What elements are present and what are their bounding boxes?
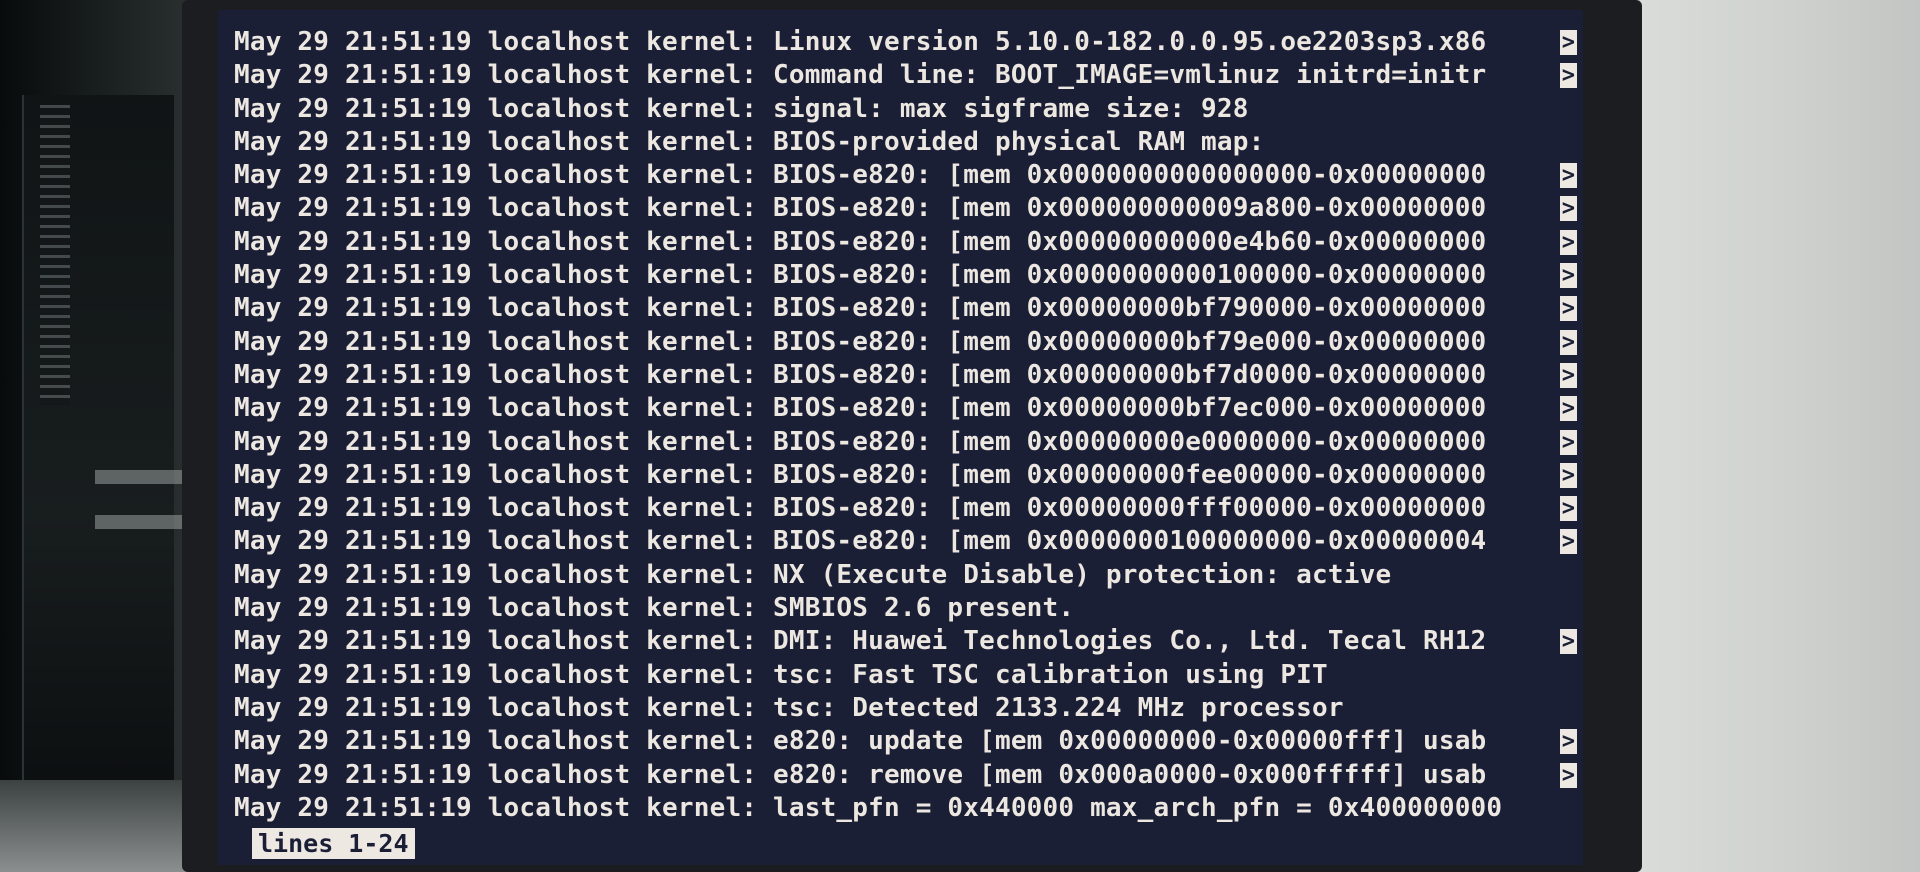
truncation-marker: > <box>1560 63 1577 89</box>
log-message: Linux version 5.10.0-182.0.0.95.oe2203sp… <box>773 27 1487 57</box>
log-prefix: May 29 21:51:19 localhost kernel: <box>234 359 774 390</box>
log-line: May 29 21:51:19 localhost kernel: signal… <box>234 93 1583 126</box>
truncation-marker: > <box>1560 629 1577 655</box>
truncation-marker: > <box>1560 362 1577 388</box>
log-prefix: May 29 21:51:19 localhost kernel: <box>234 226 774 257</box>
log-prefix: May 29 21:51:19 localhost kernel: <box>234 726 774 757</box>
log-message: BIOS-e820: [mem 0x00000000bf7ec000-0x000… <box>773 393 1487 424</box>
log-prefix: May 29 21:51:19 localhost kernel: <box>234 326 774 357</box>
log-prefix: May 29 21:51:19 localhost kernel: <box>234 27 774 57</box>
truncation-marker: > <box>1560 762 1577 788</box>
log-line: May 29 21:51:19 localhost kernel: last_p… <box>234 792 1583 825</box>
wall-background <box>1640 0 1920 872</box>
rack-label-sticker <box>95 515 185 529</box>
log-prefix: May 29 21:51:19 localhost kernel: <box>234 526 774 557</box>
log-line: May 29 21:51:19 localhost kernel: DMI: H… <box>234 625 1583 658</box>
log-line: May 29 21:51:19 localhost kernel: NX (Ex… <box>234 559 1583 592</box>
log-prefix: May 29 21:51:19 localhost kernel: <box>234 593 774 624</box>
rack-vent <box>40 105 70 405</box>
log-message: NX (Execute Disable) protection: active <box>773 559 1392 590</box>
log-message: BIOS-e820: [mem 0x00000000bf79e000-0x000… <box>773 326 1487 357</box>
pager-status: lines 1-24 <box>252 828 415 859</box>
log-line: May 29 21:51:19 localhost kernel: Linux … <box>234 26 1583 59</box>
truncation-marker: > <box>1560 529 1577 555</box>
log-line: May 29 21:51:19 localhost kernel: BIOS-p… <box>234 126 1583 159</box>
truncation-marker: > <box>1560 396 1577 422</box>
truncation-marker: > <box>1560 263 1577 289</box>
truncation-marker: > <box>1560 496 1577 522</box>
log-message: BIOS-e820: [mem 0x000000000009a800-0x000… <box>773 193 1487 224</box>
log-line: May 29 21:51:19 localhost kernel: BIOS-e… <box>234 525 1583 558</box>
log-line: May 29 21:51:19 localhost kernel: BIOS-e… <box>234 392 1583 425</box>
log-prefix: May 29 21:51:19 localhost kernel: <box>234 559 774 590</box>
truncation-marker: > <box>1560 729 1577 755</box>
log-line: May 29 21:51:19 localhost kernel: BIOS-e… <box>234 459 1583 492</box>
log-message: BIOS-e820: [mem 0x00000000e0000000-0x000… <box>773 426 1487 457</box>
truncation-marker: > <box>1560 296 1577 322</box>
journal-log[interactable]: May 29 21:51:19 localhost kernel: Linux … <box>234 26 1583 825</box>
log-prefix: May 29 21:51:19 localhost kernel: <box>234 393 774 424</box>
log-prefix: May 29 21:51:19 localhost kernel: <box>234 93 774 124</box>
log-line: May 29 21:51:19 localhost kernel: Comman… <box>234 59 1583 92</box>
floor <box>0 780 190 872</box>
log-message: last_pfn = 0x440000 max_arch_pfn = 0x400… <box>773 792 1503 823</box>
log-prefix: May 29 21:51:19 localhost kernel: <box>234 493 774 524</box>
log-line: May 29 21:51:19 localhost kernel: BIOS-e… <box>234 292 1583 325</box>
log-message: BIOS-e820: [mem 0x00000000bf790000-0x000… <box>773 293 1487 324</box>
truncation-marker: > <box>1560 30 1577 55</box>
log-line: May 29 21:51:19 localhost kernel: tsc: D… <box>234 692 1583 725</box>
log-message: signal: max sigframe size: 928 <box>773 93 1249 124</box>
log-prefix: May 29 21:51:19 localhost kernel: <box>234 426 774 457</box>
log-line: May 29 21:51:19 localhost kernel: BIOS-e… <box>234 426 1583 459</box>
log-prefix: May 29 21:51:19 localhost kernel: <box>234 126 774 157</box>
server-rack-background <box>0 0 190 872</box>
log-line: May 29 21:51:19 localhost kernel: BIOS-e… <box>234 259 1583 292</box>
log-prefix: May 29 21:51:19 localhost kernel: <box>234 659 774 690</box>
log-line: May 29 21:51:19 localhost kernel: BIOS-e… <box>234 226 1583 259</box>
log-message: BIOS-e820: [mem 0x00000000000e4b60-0x000… <box>773 226 1487 257</box>
terminal-screen[interactable]: May 29 21:51:19 localhost kernel: Linux … <box>218 10 1583 865</box>
log-message: BIOS-e820: [mem 0x00000000fee00000-0x000… <box>773 459 1487 490</box>
log-prefix: May 29 21:51:19 localhost kernel: <box>234 60 774 91</box>
truncation-marker: > <box>1560 329 1577 355</box>
log-prefix: May 29 21:51:19 localhost kernel: <box>234 193 774 224</box>
log-line: May 29 21:51:19 localhost kernel: tsc: F… <box>234 659 1583 692</box>
log-line: May 29 21:51:19 localhost kernel: BIOS-e… <box>234 326 1583 359</box>
log-message: Command line: BOOT_IMAGE=vmlinuz initrd=… <box>773 60 1487 91</box>
log-prefix: May 29 21:51:19 localhost kernel: <box>234 692 774 723</box>
log-line: May 29 21:51:19 localhost kernel: e820: … <box>234 759 1583 792</box>
log-message: e820: update [mem 0x00000000-0x00000fff]… <box>773 726 1487 757</box>
log-message: BIOS-e820: [mem 0x00000000bf7d0000-0x000… <box>773 359 1487 390</box>
log-prefix: May 29 21:51:19 localhost kernel: <box>234 160 774 191</box>
log-message: BIOS-e820: [mem 0x00000000fff00000-0x000… <box>773 493 1487 524</box>
log-message: e820: remove [mem 0x000a0000-0x000fffff]… <box>773 759 1487 790</box>
log-message: BIOS-e820: [mem 0x0000000100000000-0x000… <box>773 526 1487 557</box>
log-message: tsc: Detected 2133.224 MHz processor <box>773 692 1344 723</box>
log-prefix: May 29 21:51:19 localhost kernel: <box>234 459 774 490</box>
log-message: SMBIOS 2.6 present. <box>773 593 1075 624</box>
truncation-marker: > <box>1560 462 1577 488</box>
log-prefix: May 29 21:51:19 localhost kernel: <box>234 260 774 291</box>
truncation-marker: > <box>1560 229 1577 255</box>
log-line: May 29 21:51:19 localhost kernel: e820: … <box>234 725 1583 758</box>
truncation-marker: > <box>1560 163 1577 189</box>
log-message: DMI: Huawei Technologies Co., Ltd. Tecal… <box>773 626 1487 657</box>
log-message: BIOS-e820: [mem 0x0000000000100000-0x000… <box>773 260 1487 291</box>
log-line: May 29 21:51:19 localhost kernel: SMBIOS… <box>234 592 1583 625</box>
log-line: May 29 21:51:19 localhost kernel: BIOS-e… <box>234 192 1583 225</box>
log-prefix: May 29 21:51:19 localhost kernel: <box>234 293 774 324</box>
log-prefix: May 29 21:51:19 localhost kernel: <box>234 626 774 657</box>
truncation-marker: > <box>1560 196 1577 222</box>
log-prefix: May 29 21:51:19 localhost kernel: <box>234 759 774 790</box>
log-message: BIOS-e820: [mem 0x0000000000000000-0x000… <box>773 160 1487 191</box>
log-message: BIOS-provided physical RAM map: <box>773 126 1265 157</box>
rack-label-sticker <box>95 470 185 484</box>
log-prefix: May 29 21:51:19 localhost kernel: <box>234 792 774 823</box>
log-line: May 29 21:51:19 localhost kernel: BIOS-e… <box>234 159 1583 192</box>
log-line: May 29 21:51:19 localhost kernel: BIOS-e… <box>234 492 1583 525</box>
log-message: tsc: Fast TSC calibration using PIT <box>773 659 1328 690</box>
log-line: May 29 21:51:19 localhost kernel: BIOS-e… <box>234 359 1583 392</box>
truncation-marker: > <box>1560 429 1577 455</box>
